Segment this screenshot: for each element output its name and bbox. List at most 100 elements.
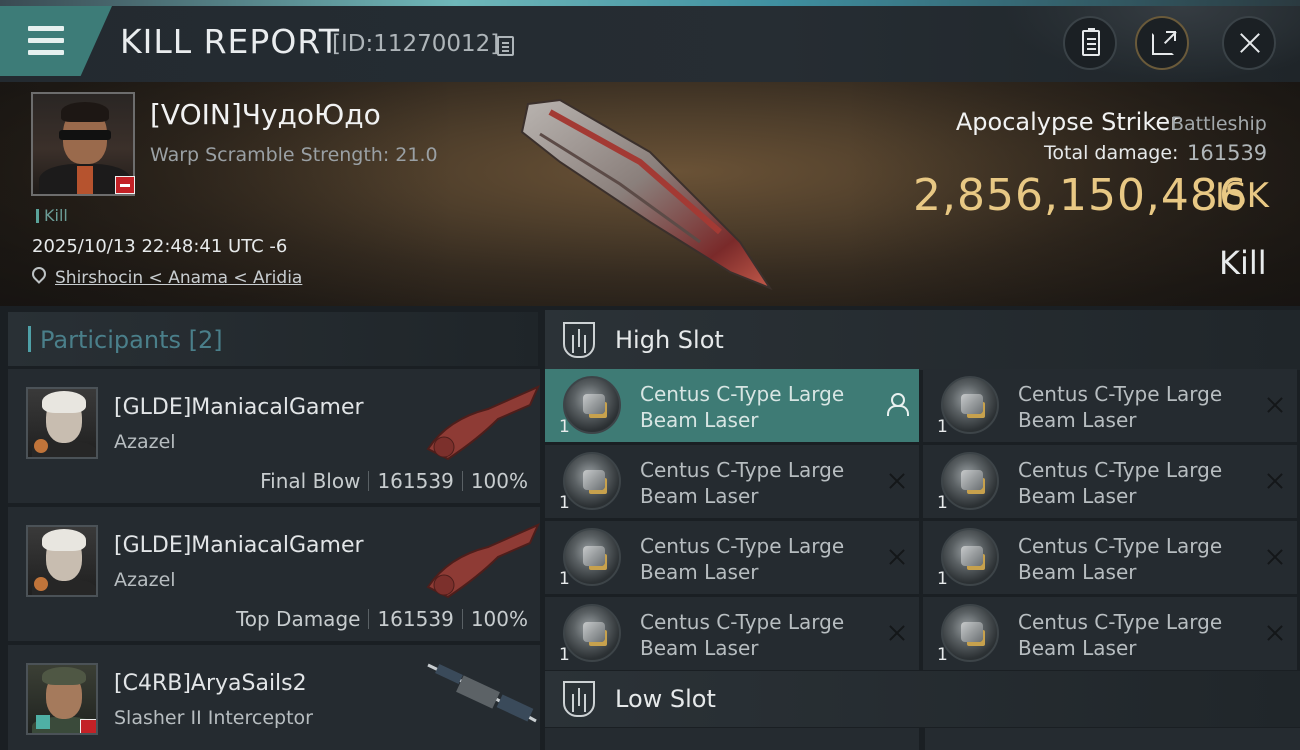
copy-icon[interactable] xyxy=(497,36,514,56)
slot-quantity: 1 xyxy=(559,645,570,665)
standing-badge-icon xyxy=(115,176,135,194)
destroyed-x-icon xyxy=(887,623,907,643)
participant-ship: Slasher II Interceptor xyxy=(114,707,313,729)
participant-damage: 161539 xyxy=(377,469,454,493)
clipboard-button[interactable] xyxy=(1063,16,1117,70)
low-slot-icon xyxy=(563,681,595,717)
person-icon xyxy=(887,393,909,416)
participant-role: Final Blow xyxy=(260,469,361,493)
total-damage-value: 161539 xyxy=(1187,141,1268,165)
total-damage-label: Total damage: xyxy=(1044,142,1179,164)
page-title: KILL REPORT xyxy=(120,22,340,61)
high-slot-header: High Slot xyxy=(545,310,1300,370)
participant-name[interactable]: [C4RB]AryaSails2 xyxy=(114,671,307,696)
slot-quantity: 1 xyxy=(937,645,948,665)
destroyed-x-icon xyxy=(1265,547,1285,567)
high-slot-label: High Slot xyxy=(615,326,724,354)
participant-stats: Top Damage 161539 100% xyxy=(236,607,528,631)
participant-name[interactable]: [GLDE]ManiacalGamer xyxy=(114,395,364,420)
kill-report-screen: KILL REPORT [ID:11270012] [VOIN]ЧудоЮдо … xyxy=(0,0,1300,750)
slot-item-name: Centus C-Type Large Beam Laser xyxy=(640,534,845,584)
top-bar: KILL REPORT [ID:11270012] xyxy=(0,0,1300,82)
victim-name[interactable]: [VOIN]ЧудоЮдо xyxy=(150,98,381,131)
export-icon xyxy=(1152,31,1176,55)
destroyed-x-icon xyxy=(1265,395,1285,415)
destroyed-x-icon xyxy=(887,547,907,567)
participants-title: Participants [2] xyxy=(40,326,223,354)
victim-ship-class: Battleship xyxy=(1171,113,1267,135)
report-id: [ID:11270012] xyxy=(332,31,500,57)
low-slot-items-peek[interactable] xyxy=(545,728,1300,750)
slot-item-name: Centus C-Type Large Beam Laser xyxy=(1018,610,1223,660)
isk-value: 2,856,150,486 xyxy=(913,170,1248,221)
isk-unit: ISK xyxy=(1215,176,1269,216)
corp-logo-icon xyxy=(34,439,48,453)
participant-percent: 100% xyxy=(470,607,528,631)
kill-location-link[interactable]: Shirshocin < Anama < Aridia xyxy=(55,268,302,288)
corp-logo-icon xyxy=(34,577,48,591)
participant-portrait[interactable] xyxy=(26,387,98,459)
participant-ship-image xyxy=(427,663,537,723)
low-slot-header: Low Slot xyxy=(545,671,1300,727)
participant-portrait[interactable] xyxy=(26,663,98,735)
slot-quantity: 1 xyxy=(559,569,570,589)
slot-quantity: 1 xyxy=(937,417,948,437)
slot-item-name: Centus C-Type Large Beam Laser xyxy=(1018,458,1223,508)
participant-damage: 161539 xyxy=(377,607,454,631)
participant-ship-image xyxy=(426,523,540,599)
outcome-label: Kill xyxy=(1219,244,1267,282)
high-slot-item[interactable]: 1 Centus C-Type Large Beam Laser xyxy=(545,445,919,518)
high-slot-item[interactable]: 1 Centus C-Type Large Beam Laser xyxy=(545,597,919,670)
slot-item-name: Centus C-Type Large Beam Laser xyxy=(640,458,845,508)
warp-scramble-strength: Warp Scramble Strength: 21.0 xyxy=(150,144,438,166)
victim-ship-name[interactable]: Apocalypse Striker xyxy=(956,108,1180,136)
high-slot-item[interactable]: 1 Centus C-Type Large Beam Laser xyxy=(923,597,1297,670)
participant-portrait[interactable] xyxy=(26,525,98,597)
slot-item-name: Centus C-Type Large Beam Laser xyxy=(1018,534,1223,584)
participant-ship: Azazel xyxy=(114,569,176,591)
corp-logo-icon xyxy=(36,715,50,729)
menu-button[interactable] xyxy=(0,6,112,76)
participant-percent: 100% xyxy=(470,469,528,493)
high-slot-item[interactable]: 1 Centus C-Type Large Beam Laser xyxy=(545,521,919,594)
slot-item-name: Centus C-Type Large Beam Laser xyxy=(640,382,845,432)
slot-quantity: 1 xyxy=(937,569,948,589)
beam-laser-icon xyxy=(941,376,999,434)
participant-row[interactable]: [GLDE]ManiacalGamer Azazel Top Damage 161… xyxy=(8,507,540,641)
participant-name[interactable]: [GLDE]ManiacalGamer xyxy=(114,533,364,558)
beam-laser-icon xyxy=(563,528,621,586)
high-slot-item[interactable]: 1 Centus C-Type Large Beam Laser xyxy=(923,445,1297,518)
destroyed-x-icon xyxy=(887,471,907,491)
beam-laser-icon xyxy=(563,452,621,510)
participant-row[interactable]: [GLDE]ManiacalGamer Azazel Final Blow 161… xyxy=(8,369,540,503)
slot-quantity: 1 xyxy=(559,493,570,513)
participant-stats: Final Blow 161539 100% xyxy=(260,469,528,493)
destroyed-x-icon xyxy=(1265,471,1285,491)
standing-badge-icon xyxy=(80,719,96,733)
victim-ship-image xyxy=(520,98,773,291)
beam-laser-icon xyxy=(563,604,621,662)
participant-ship: Azazel xyxy=(114,431,176,453)
kill-datetime: 2025/10/13 22:48:41 UTC -6 xyxy=(32,236,288,257)
close-button[interactable] xyxy=(1222,16,1276,70)
slot-quantity: 1 xyxy=(937,493,948,513)
kill-tag: Kill xyxy=(36,206,68,225)
hamburger-icon xyxy=(28,26,64,55)
slot-item-name: Centus C-Type Large Beam Laser xyxy=(640,610,845,660)
beam-laser-icon xyxy=(941,604,999,662)
clipboard-icon xyxy=(1082,28,1100,56)
participant-ship-image xyxy=(426,385,540,461)
beam-laser-icon xyxy=(941,528,999,586)
participants-label: Participants xyxy=(40,326,181,354)
destroyed-x-icon xyxy=(1265,623,1285,643)
high-slot-item[interactable]: 1 Centus C-Type Large Beam Laser xyxy=(923,521,1297,594)
high-slot-item[interactable]: 1 Centus C-Type Large Beam Laser xyxy=(545,369,919,442)
export-button[interactable] xyxy=(1135,16,1189,70)
slot-item-name: Centus C-Type Large Beam Laser xyxy=(1018,382,1223,432)
participants-count: [2] xyxy=(188,326,223,354)
slot-quantity: 1 xyxy=(559,417,570,437)
high-slot-item[interactable]: 1 Centus C-Type Large Beam Laser xyxy=(923,369,1297,442)
beam-laser-icon xyxy=(941,452,999,510)
participant-row[interactable]: [C4RB]AryaSails2 Slasher II Interceptor xyxy=(8,645,540,750)
beam-laser-icon xyxy=(563,376,621,434)
